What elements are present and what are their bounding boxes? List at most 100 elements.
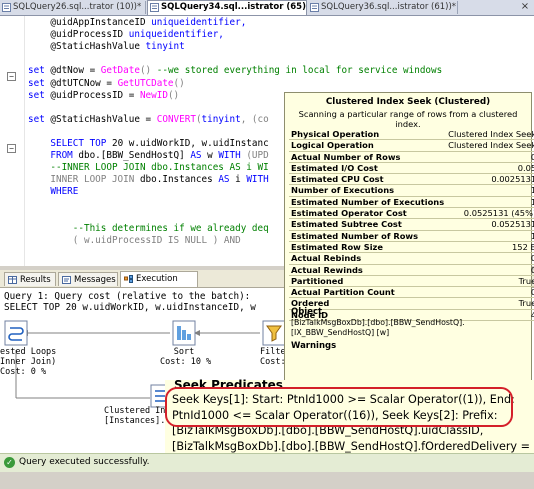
- tooltip-row: Actual Partition Count 0: [289, 286, 534, 299]
- sort-label: Sort Cost: 10 %: [160, 347, 212, 367]
- code-token: @dtUTCNow =: [50, 77, 118, 89]
- code-token: @StaticHashValue: [28, 41, 146, 53]
- code-token: --we stored everything in local for serv…: [156, 65, 443, 77]
- tooltip-row: Actual Number of Rows 0: [289, 151, 534, 163]
- code-token: GetDate: [100, 65, 140, 77]
- code-token: tinyint: [145, 41, 185, 53]
- code-token: dbo.Instances: [139, 174, 219, 186]
- tooltip-row: Actual Rewinds 0: [289, 264, 534, 276]
- code-token: @StaticHashValue =: [50, 113, 157, 125]
- code-line[interactable]: @uidProcessID uniqueidentifier,: [28, 29, 224, 41]
- clustered-index-label: Clustered In [Instances].: [104, 406, 166, 426]
- code-token: (UPD: [246, 150, 269, 162]
- code-line[interactable]: set @dtUTCNow = GetUTCDate(): [28, 78, 185, 90]
- code-token: 20 w.uidWorkID, w.uidInstanc: [111, 138, 269, 149]
- window-bottom-edge: [0, 472, 534, 489]
- property-name: Logical Operation: [289, 139, 447, 152]
- property-value: Clustered Index Seek: [446, 129, 534, 141]
- tooltip-row: Physical Operation Clustered Index Seek: [289, 129, 534, 141]
- nested-loops-icon[interactable]: [4, 320, 28, 346]
- property-name: Estimated Number of Executions: [289, 196, 447, 209]
- code-line[interactable]: set @StaticHashValue = CONVERT(tinyint, …: [28, 114, 269, 126]
- seek-predicates-heading: Seek Predicates: [174, 378, 283, 392]
- success-check-icon: ✓: [4, 457, 15, 468]
- code-token: GetUTCDate: [117, 77, 174, 89]
- code-line[interactable]: --This determines if we already deq: [28, 223, 269, 235]
- tooltip-row: Partitioned True: [289, 275, 534, 288]
- code-line[interactable]: @StaticHashValue tinyint: [28, 41, 185, 53]
- doc-tab-sqlquery34[interactable]: SQLQuery34.sql...istrator (65))*: [147, 0, 307, 15]
- tab-results[interactable]: Results: [4, 272, 56, 286]
- sql-file-icon: [2, 3, 11, 12]
- property-value: 0: [446, 252, 534, 265]
- doc-tab-sqlquery36[interactable]: SQLQuery36.sql...istrator (61))*: [308, 1, 458, 14]
- property-value: 0.0525131: [446, 218, 534, 231]
- code-token: AS: [218, 174, 236, 186]
- tooltip-row: Estimated Row Size 152 B: [289, 241, 534, 254]
- code-token: (): [173, 77, 185, 89]
- code-line[interactable]: ( w.uidProcessID IS NULL ) AND: [28, 235, 241, 247]
- property-value: True: [446, 275, 534, 288]
- property-value: 0: [446, 264, 534, 276]
- code-token: @dtNow =: [50, 65, 101, 77]
- tab-execution-plan[interactable]: Execution plan: [120, 271, 198, 298]
- tooltip-row: Logical Operation Clustered Index Seek: [289, 139, 534, 152]
- tooltip-row: Estimated Operator Cost 0.0525131 (45%): [289, 207, 534, 220]
- code-token: @uidAppInstanceID: [28, 17, 152, 28]
- code-token: (): [139, 65, 157, 77]
- property-name: Actual Number of Rows: [289, 151, 447, 163]
- property-name: Actual Partition Count: [289, 286, 447, 299]
- filter-icon[interactable]: [262, 320, 286, 346]
- tooltip-row: Estimated Subtree Cost 0.0525131: [289, 218, 534, 231]
- tooltip-warnings-heading: Warnings: [291, 341, 337, 351]
- property-name: Estimated I/O Cost: [289, 162, 447, 175]
- code-token: w: [207, 150, 219, 162]
- execution-plan-icon: [124, 275, 133, 283]
- property-name: Estimated Operator Cost: [289, 207, 447, 220]
- doc-tab-label: SQLQuery34.sql...istrator (65))*: [161, 2, 307, 12]
- collapse-icon[interactable]: −: [7, 144, 16, 153]
- property-name: Estimated Row Size: [289, 241, 447, 254]
- property-name: Actual Rebinds: [289, 252, 447, 265]
- doc-tab-sqlquery26[interactable]: SQLQuery26.sql...trator (10))*: [0, 1, 146, 14]
- code-line[interactable]: set @uidProcessID = NewID(): [28, 90, 179, 102]
- status-message: Query executed successfully.: [19, 457, 150, 467]
- nested-loops-label: ested Loops Inner Join) Cost: 0 %: [0, 347, 57, 377]
- message-icon: [62, 276, 71, 284]
- code-token: NewID: [139, 89, 168, 101]
- code-line[interactable]: WHERE: [28, 186, 78, 198]
- status-bar: ✓ Query executed successfully.: [0, 453, 534, 472]
- code-token: ( w.uidProcessID IS NULL ) AND: [28, 234, 241, 246]
- doc-tab-label: SQLQuery26.sql...trator (10))*: [13, 2, 142, 12]
- property-name: Partitioned: [289, 275, 447, 288]
- property-name: Estimated Number of Rows: [289, 230, 447, 242]
- tab-messages[interactable]: Messages: [58, 272, 118, 286]
- tooltip-object-text: [BizTalkMsgBoxDb].[dbo].[BBW_SendHostQ].…: [291, 318, 465, 337]
- code-line[interactable]: INNER LOOP JOIN dbo.Instances AS i WITH: [28, 174, 268, 186]
- property-name: Physical Operation: [289, 129, 447, 141]
- property-value: 0.0525131 (45%): [446, 207, 534, 220]
- tooltip-object-heading: Object: [291, 307, 323, 317]
- code-token: FROM: [28, 150, 79, 162]
- code-line[interactable]: SELECT TOP 20 w.uidWorkID, w.uidInstanc: [28, 138, 269, 150]
- code-line[interactable]: @uidAppInstanceID uniqueidentifier,: [28, 17, 246, 29]
- property-name: Estimated Subtree Cost: [289, 218, 447, 231]
- code-line[interactable]: set @dtNow = GetDate() --we stored every…: [28, 65, 442, 77]
- collapse-icon[interactable]: −: [7, 72, 16, 81]
- sort-icon[interactable]: [172, 320, 196, 346]
- code-token: set: [28, 89, 51, 101]
- code-line[interactable]: FROM dbo.[BBW_SendHostQ] AS w WITH (UPD: [28, 150, 269, 162]
- tooltip-row: Estimated I/O Cost 0.05: [289, 162, 534, 175]
- tab-label: Messages: [74, 275, 116, 285]
- code-line[interactable]: --INNER LOOP JOIN dbo.Instances AS i WI: [28, 162, 268, 174]
- property-value: 152 B: [446, 241, 534, 254]
- close-icon[interactable]: ×: [519, 1, 531, 13]
- code-token: set: [28, 65, 51, 77]
- tooltip-row: Ordered True: [289, 297, 534, 310]
- code-token: set: [28, 113, 51, 125]
- code-token: uniqueidentifier,: [151, 17, 247, 28]
- code-token: CONVERT: [156, 113, 196, 125]
- tooltip-title: Clustered Index Seek (Clustered): [325, 97, 491, 107]
- code-token: SELECT TOP: [28, 138, 112, 149]
- document-tab-strip: SQLQuery26.sql...trator (10))* SQLQuery3…: [0, 0, 534, 16]
